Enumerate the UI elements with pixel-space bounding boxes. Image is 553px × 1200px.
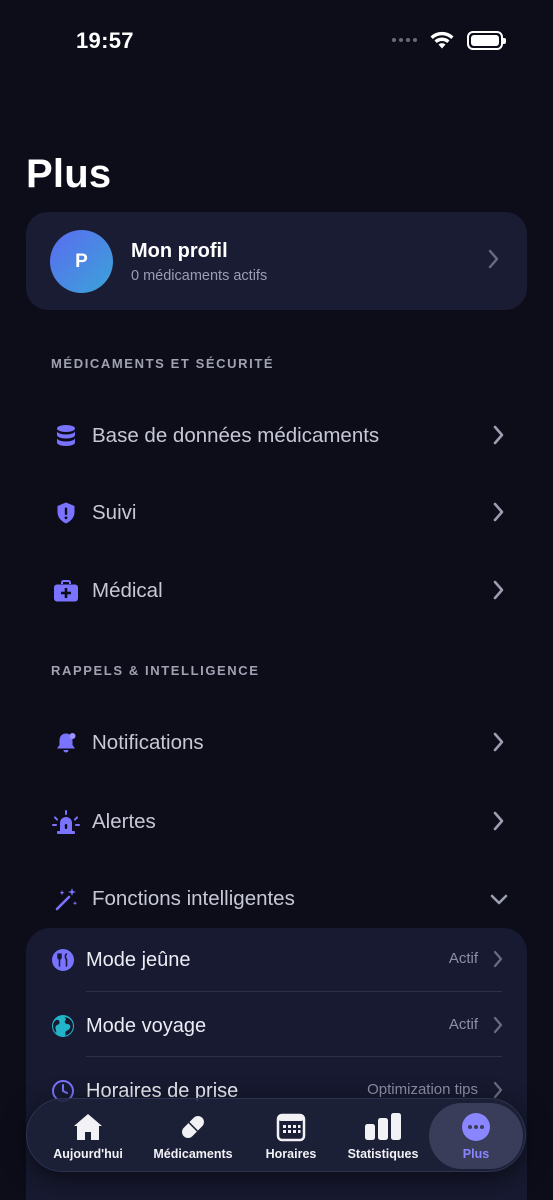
- menu-item-notifications[interactable]: Notifications: [50, 723, 510, 763]
- menu-item-drug-database[interactable]: Base de données médicaments: [50, 416, 510, 456]
- chevron-right-icon: [488, 249, 499, 269]
- menu-item-smart-features[interactable]: Fonctions intelligentes: [50, 879, 510, 919]
- chevron-right-icon: [493, 811, 504, 831]
- bar-chart-icon: [365, 1112, 401, 1140]
- tab-label: Horaires: [265, 1146, 317, 1161]
- fasting-icon: [50, 947, 76, 973]
- pill-icon: [182, 1115, 204, 1138]
- page-title: Plus: [26, 152, 112, 196]
- tab-more[interactable]: Plus: [429, 1103, 523, 1169]
- shield-alert-icon: [50, 497, 82, 529]
- status-bar: 19:57: [0, 0, 553, 80]
- menu-item-label: Base de données médicaments: [92, 424, 380, 447]
- sparkles-icon: [50, 883, 82, 915]
- menu-item-label: Alertes: [92, 810, 156, 833]
- menu-item-medical[interactable]: Médical: [50, 571, 510, 611]
- more-icon: [462, 1112, 490, 1141]
- status-text: Actif: [448, 1016, 478, 1033]
- menu-item-label: Médical: [92, 579, 163, 602]
- chevron-right-icon: [493, 950, 503, 968]
- smart-item-label: Mode jeûne: [86, 948, 191, 971]
- globe-icon: [50, 1013, 76, 1039]
- status-text: Actif: [448, 950, 478, 967]
- wifi-icon: [430, 31, 454, 49]
- tab-label: Statistiques: [347, 1146, 419, 1161]
- chevron-down-icon: [490, 894, 508, 905]
- battery-icon: [467, 30, 506, 50]
- tab-label: Médicaments: [153, 1146, 233, 1161]
- status-icons: [392, 30, 506, 50]
- tab-label: Aujourd'hui: [53, 1146, 123, 1161]
- tab-label: Plus: [462, 1146, 490, 1161]
- medkit-icon: [50, 575, 82, 607]
- smart-item-fasting-mode[interactable]: Mode jeûne Actif: [50, 940, 506, 980]
- tab-schedule[interactable]: Horaires: [259, 1099, 323, 1173]
- calendar-icon: [276, 1113, 306, 1141]
- database-icon: [50, 420, 82, 452]
- chevron-right-icon: [493, 732, 504, 752]
- status-time: 19:57: [76, 28, 134, 53]
- siren-icon: [50, 806, 82, 838]
- menu-item-label: Fonctions intelligentes: [92, 887, 295, 910]
- tab-bar: Aujourd'hui Médicaments Horaires Statist…: [26, 1098, 526, 1172]
- divider: [86, 1056, 502, 1057]
- section-header-reminders: RAPPELS & INTELLIGENCE: [51, 663, 260, 678]
- bell-icon: [50, 727, 82, 759]
- status-text: Optimization tips: [367, 1081, 478, 1098]
- chevron-right-icon: [493, 580, 504, 600]
- menu-item-alerts[interactable]: Alertes: [50, 802, 510, 842]
- smart-item-travel-mode[interactable]: Mode voyage Actif: [50, 1006, 506, 1046]
- divider: [86, 991, 502, 992]
- tab-medications[interactable]: Médicaments: [149, 1099, 237, 1173]
- section-header-medications: MÉDICAMENTS ET SÉCURITÉ: [51, 356, 275, 371]
- smart-item-label: Mode voyage: [86, 1014, 207, 1037]
- home-icon: [74, 1113, 102, 1140]
- menu-item-tracking[interactable]: Suivi: [50, 493, 510, 533]
- tab-statistics[interactable]: Statistiques: [341, 1099, 425, 1173]
- profile-subtitle: 0 médicaments actifs: [131, 268, 268, 284]
- menu-item-label: Suivi: [92, 501, 137, 524]
- avatar: P: [50, 230, 113, 293]
- chevron-right-icon: [493, 502, 504, 522]
- cellular-signal-icon: [392, 38, 417, 42]
- chevron-right-icon: [493, 425, 504, 445]
- menu-item-label: Notifications: [92, 731, 204, 754]
- tab-today[interactable]: Aujourd'hui: [51, 1099, 125, 1173]
- profile-name: Mon profil: [131, 240, 228, 262]
- profile-card[interactable]: P Mon profil 0 médicaments actifs: [26, 212, 527, 310]
- chevron-right-icon: [493, 1016, 503, 1034]
